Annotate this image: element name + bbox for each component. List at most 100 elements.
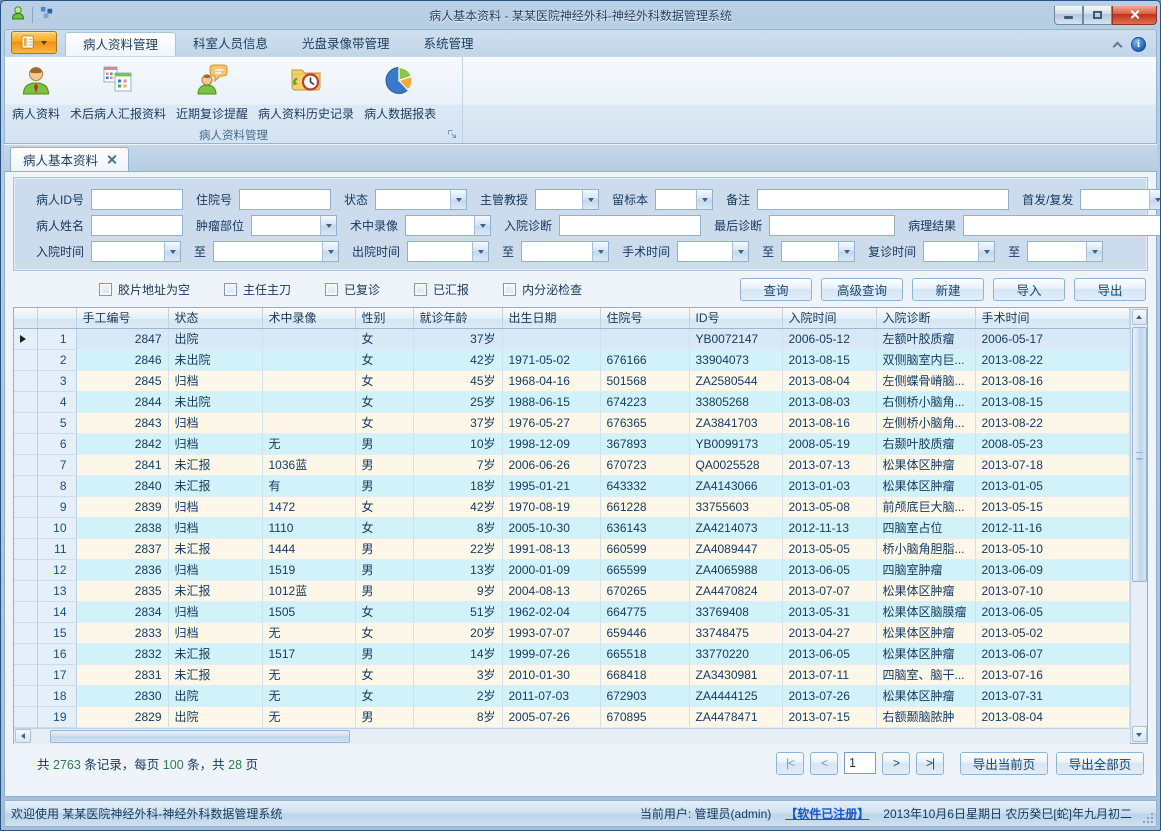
grid-cell[interactable]: 2841 [76, 454, 168, 475]
grid-cell[interactable]: 664775 [600, 601, 689, 622]
ribbon-tab-3[interactable]: 光盘录像带管理 [285, 32, 407, 56]
grid-cell[interactable]: 2013-05-05 [782, 538, 876, 559]
grid-cell[interactable]: 女 [355, 370, 413, 391]
grid-cell[interactable]: 659446 [600, 622, 689, 643]
grid-cell[interactable]: 22岁 [413, 538, 502, 559]
grid-cell[interactable]: 出院 [168, 706, 262, 727]
grid-cell[interactable]: 2013-08-16 [782, 412, 876, 433]
filter-combobox[interactable] [91, 241, 181, 262]
grid-cell[interactable]: 归档 [168, 412, 262, 433]
row-selector-cell[interactable] [14, 391, 37, 412]
checkbox-已汇报[interactable]: 已汇报 [414, 281, 469, 298]
grid-cell[interactable]: 33904073 [689, 349, 782, 370]
grid-cell[interactable]: 8岁 [413, 706, 502, 727]
combo-dropdown-button[interactable] [322, 242, 338, 261]
filter-combobox[interactable] [375, 189, 467, 210]
grid-cell[interactable]: 1998-12-09 [502, 433, 600, 454]
grid-cell[interactable]: 松果体区肿瘤 [876, 622, 975, 643]
grid-cell[interactable]: 2013-07-18 [975, 454, 1130, 475]
column-header[interactable]: 手术时间 [975, 308, 1130, 328]
grid-cell[interactable]: 2013-07-26 [782, 685, 876, 706]
table-row[interactable]: 32845归档女45岁1968-04-16501568ZA25805442013… [14, 370, 1130, 391]
row-selector-cell[interactable] [14, 643, 37, 664]
column-header[interactable]: 性别 [355, 308, 413, 328]
grid-cell[interactable]: 2013-05-10 [975, 538, 1130, 559]
header-selector-cell[interactable] [14, 308, 37, 328]
grid-cell[interactable]: 2010-01-30 [502, 664, 600, 685]
table-row[interactable]: 192829出院无男8岁2005-07-26670895ZA4478471201… [14, 706, 1130, 727]
table-row[interactable]: 92839归档1472女42岁1970-08-19661228337556032… [14, 496, 1130, 517]
grid-cell[interactable]: 2013-07-31 [975, 685, 1130, 706]
row-selector-cell[interactable] [14, 622, 37, 643]
grid-cell[interactable]: 2013-07-16 [975, 664, 1130, 685]
grid-cell[interactable]: ZA4444125 [689, 685, 782, 706]
grid-cell[interactable]: 2013-08-15 [975, 391, 1130, 412]
grid-cell[interactable]: 左额叶胶质瘤 [876, 328, 975, 349]
tab-patient-basic-info[interactable]: 病人基本资料 [10, 147, 129, 171]
row-selector-cell[interactable] [14, 349, 37, 370]
grid-cell[interactable]: 未汇报 [168, 538, 262, 559]
grid-cell[interactable]: 四脑室、脑干... [876, 664, 975, 685]
grid-cell[interactable]: 33748475 [689, 622, 782, 643]
grid-cell[interactable]: ZA4089447 [689, 538, 782, 559]
grid-cell[interactable]: 2005-10-30 [502, 517, 600, 538]
grid-cell[interactable]: 归档 [168, 601, 262, 622]
action-button-4[interactable]: 导入 [993, 278, 1065, 301]
grid-cell[interactable]: 1995-01-21 [502, 475, 600, 496]
table-row[interactable]: 82840未汇报有男18岁1995-01-21643332ZA414306620… [14, 475, 1130, 496]
grid-cell[interactable]: 2839 [76, 496, 168, 517]
column-header[interactable]: 出生日期 [502, 308, 600, 328]
grid-cell[interactable]: 10岁 [413, 433, 502, 454]
grid-cell[interactable]: 女 [355, 664, 413, 685]
grid-cell[interactable]: 2845 [76, 370, 168, 391]
grid-cell[interactable]: 无 [262, 433, 355, 454]
grid-cell[interactable]: 前颅底巨大脑... [876, 496, 975, 517]
grid-cell[interactable]: 2832 [76, 643, 168, 664]
grid-cell[interactable]: 男 [355, 454, 413, 475]
grid-cell[interactable] [600, 328, 689, 349]
row-selector-cell[interactable] [14, 328, 37, 349]
grid-cell[interactable]: 无 [262, 664, 355, 685]
grid-cell[interactable]: 2006-05-12 [782, 328, 876, 349]
action-button-5[interactable]: 导出 [1074, 278, 1146, 301]
checkbox-icon[interactable] [414, 283, 427, 296]
grid-cell[interactable]: 2844 [76, 391, 168, 412]
grid-cell[interactable]: 女 [355, 517, 413, 538]
grid-cell[interactable]: 2013-01-03 [782, 475, 876, 496]
checkbox-icon[interactable] [99, 283, 112, 296]
grid-cell[interactable]: 37岁 [413, 412, 502, 433]
grid-cell[interactable]: 2013-06-09 [975, 559, 1130, 580]
grid-cell[interactable]: 2008-05-23 [975, 433, 1130, 454]
grid-cell[interactable]: 674223 [600, 391, 689, 412]
grid-cell[interactable]: 松果体区脑膜瘤 [876, 601, 975, 622]
first-page-button[interactable]: |< [776, 752, 804, 775]
grid-cell[interactable]: YB0099173 [689, 433, 782, 454]
grid-cell[interactable]: 2岁 [413, 685, 502, 706]
grid-cell[interactable]: 2846 [76, 349, 168, 370]
grid-cell[interactable]: 1444 [262, 538, 355, 559]
grid-cell[interactable]: 2829 [76, 706, 168, 727]
grid-cell[interactable]: 661228 [600, 496, 689, 517]
grid-cell[interactable]: 18岁 [413, 475, 502, 496]
grid-cell[interactable]: 2837 [76, 538, 168, 559]
table-row[interactable]: 72841未汇报1036蓝男7岁2006-06-26670723QA002552… [14, 454, 1130, 475]
row-selector-cell[interactable] [14, 601, 37, 622]
grid-cell[interactable]: 42岁 [413, 349, 502, 370]
checkbox-内分泌检查[interactable]: 内分泌检查 [503, 281, 582, 298]
grid-cell[interactable]: 20岁 [413, 622, 502, 643]
combo-dropdown-button[interactable] [592, 242, 608, 261]
grid-cell[interactable] [502, 328, 600, 349]
ribbon-tab-2[interactable]: 科室人员信息 [176, 32, 285, 56]
grid-cell[interactable]: 2013-08-22 [975, 349, 1130, 370]
grid-cell[interactable]: 2012-11-13 [782, 517, 876, 538]
combo-dropdown-button[interactable] [696, 190, 712, 209]
ribbon-button-pie-chart[interactable]: 病人数据报表 [359, 60, 441, 125]
table-row[interactable]: 142834归档1505女51岁1962-02-0466477533769408… [14, 601, 1130, 622]
combo-dropdown-button[interactable] [1086, 242, 1102, 261]
export-all-pages-button[interactable]: 导出全部页 [1056, 752, 1144, 775]
grid-cell[interactable]: 无 [262, 685, 355, 706]
grid-cell[interactable]: 25岁 [413, 391, 502, 412]
last-page-button[interactable]: >| [916, 752, 944, 775]
grid-cell[interactable] [262, 412, 355, 433]
row-selector-cell[interactable] [14, 685, 37, 706]
